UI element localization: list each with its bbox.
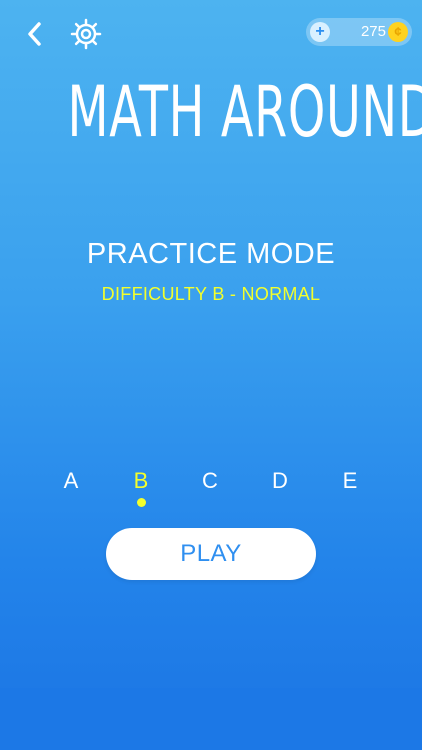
gear-icon [70, 18, 102, 50]
chevron-left-icon [28, 22, 41, 46]
selected-indicator-dot [137, 498, 146, 507]
app-title: MATH AROUND [67, 71, 422, 153]
play-button[interactable]: PLAY [106, 528, 316, 580]
coin-amount: 275 [360, 23, 386, 40]
settings-button[interactable] [68, 16, 104, 52]
add-coins-button[interactable]: + [310, 22, 330, 42]
difficulty-option-b[interactable]: B [121, 466, 161, 496]
practice-mode-screen: + 275 ¢ MATH AROUND PRACTICE MODE DIFFIC… [0, 0, 422, 750]
difficulty-label: DIFFICULTY B - NORMAL [101, 284, 321, 304]
difficulty-option-a[interactable]: A [51, 466, 91, 496]
back-button[interactable] [22, 20, 50, 48]
difficulty-option-c[interactable]: C [190, 466, 230, 496]
difficulty-option-e[interactable]: E [330, 466, 370, 496]
coin-balance: + 275 ¢ [306, 18, 412, 46]
coin-icon: ¢ [388, 22, 408, 42]
bottom-band [0, 688, 422, 750]
difficulty-option-d[interactable]: D [260, 466, 300, 496]
mode-title: PRACTICE MODE [86, 238, 336, 270]
